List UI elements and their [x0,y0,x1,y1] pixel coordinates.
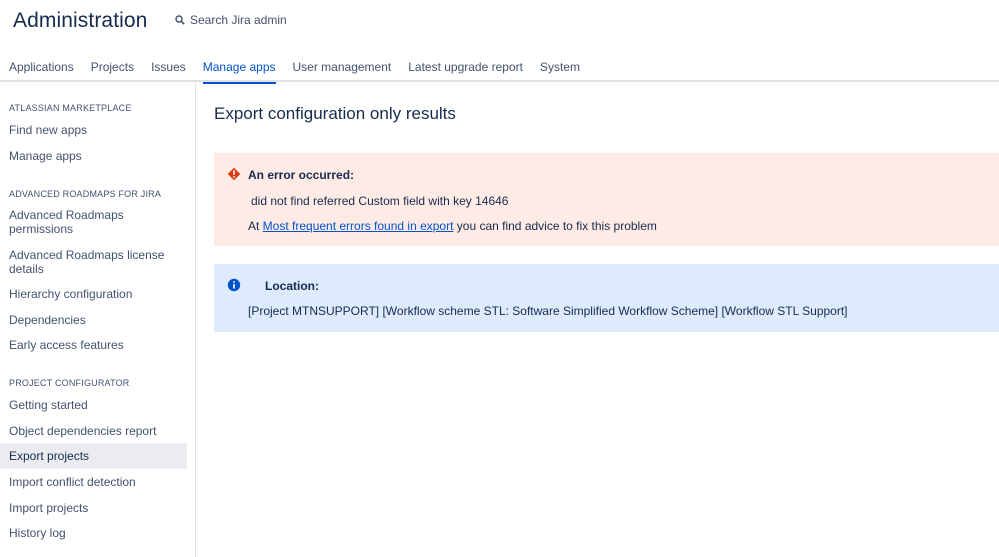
sidebar-item-manage-apps[interactable]: Manage apps [0,149,187,163]
location-detail: [Project MTNSUPPORT] [Workflow scheme ST… [248,304,848,318]
tab-latest-upgrade-report[interactable]: Latest upgrade report [408,58,523,82]
tab-manage-apps[interactable]: Manage apps [202,58,276,84]
tab-issues[interactable]: Issues [151,58,186,82]
error-advice: At Most frequent errors found in export … [248,219,657,233]
sidebar-section-title: ADVANCED ROADMAPS FOR JIRA [9,189,162,199]
sidebar-section-title: PROJECT CONFIGURATOR [9,378,130,388]
page-title: Administration [13,9,148,32]
location-message: Location: [Project MTNSUPPORT] [Workflow… [214,264,999,332]
info-icon [227,278,241,292]
error-advice-suffix: you can find advice to fix this problem [453,219,657,233]
sidebar-item-early-access-features[interactable]: Early access features [0,338,187,352]
sidebar-item-find-new-apps[interactable]: Find new apps [0,123,187,137]
sidebar-section-title: ATLASSIAN MARKETPLACE [9,103,132,113]
search-icon [175,15,185,25]
sidebar-item-dependencies[interactable]: Dependencies [0,313,187,327]
sidebar-item-import-conflict-detection[interactable]: Import conflict detection [0,475,187,489]
sidebar-item-import-projects[interactable]: Import projects [0,501,187,515]
header: Administration Search Jira admin Applica… [0,0,999,84]
tab-user-management[interactable]: User management [293,58,392,82]
sidebar: ATLASSIAN MARKETPLACE Find new apps Mana… [0,83,196,557]
error-detail: did not find referred Custom field with … [251,194,509,208]
sidebar-item-history-log[interactable]: History log [0,526,187,540]
sidebar-item-export-projects[interactable]: Export projects [0,443,187,469]
sidebar-item-advanced-roadmaps-license[interactable]: Advanced Roadmaps license details [0,248,165,276]
tab-projects[interactable]: Projects [91,58,134,82]
main-title: Export configuration only results [214,104,456,123]
sidebar-item-object-dependencies-report[interactable]: Object dependencies report [0,424,187,438]
location-heading: Location: [265,279,319,293]
sidebar-item-hierarchy-configuration[interactable]: Hierarchy configuration [0,287,187,301]
sidebar-item-getting-started[interactable]: Getting started [0,398,187,412]
error-advice-prefix: At [248,219,263,233]
tab-system[interactable]: System [540,58,580,82]
error-icon [227,167,241,181]
error-heading: An error occurred: [248,168,355,182]
sidebar-item-advanced-roadmaps-permissions[interactable]: Advanced Roadmaps permissions [0,208,150,236]
tab-applications[interactable]: Applications [9,58,74,82]
admin-tabs: Applications Projects Issues Manage apps… [0,58,588,84]
search-placeholder: Search Jira admin [190,13,287,27]
frequent-errors-link[interactable]: Most frequent errors found in export [263,219,454,233]
error-message: An error occurred: did not find referred… [214,153,999,246]
search-input[interactable]: Search Jira admin [175,13,287,27]
